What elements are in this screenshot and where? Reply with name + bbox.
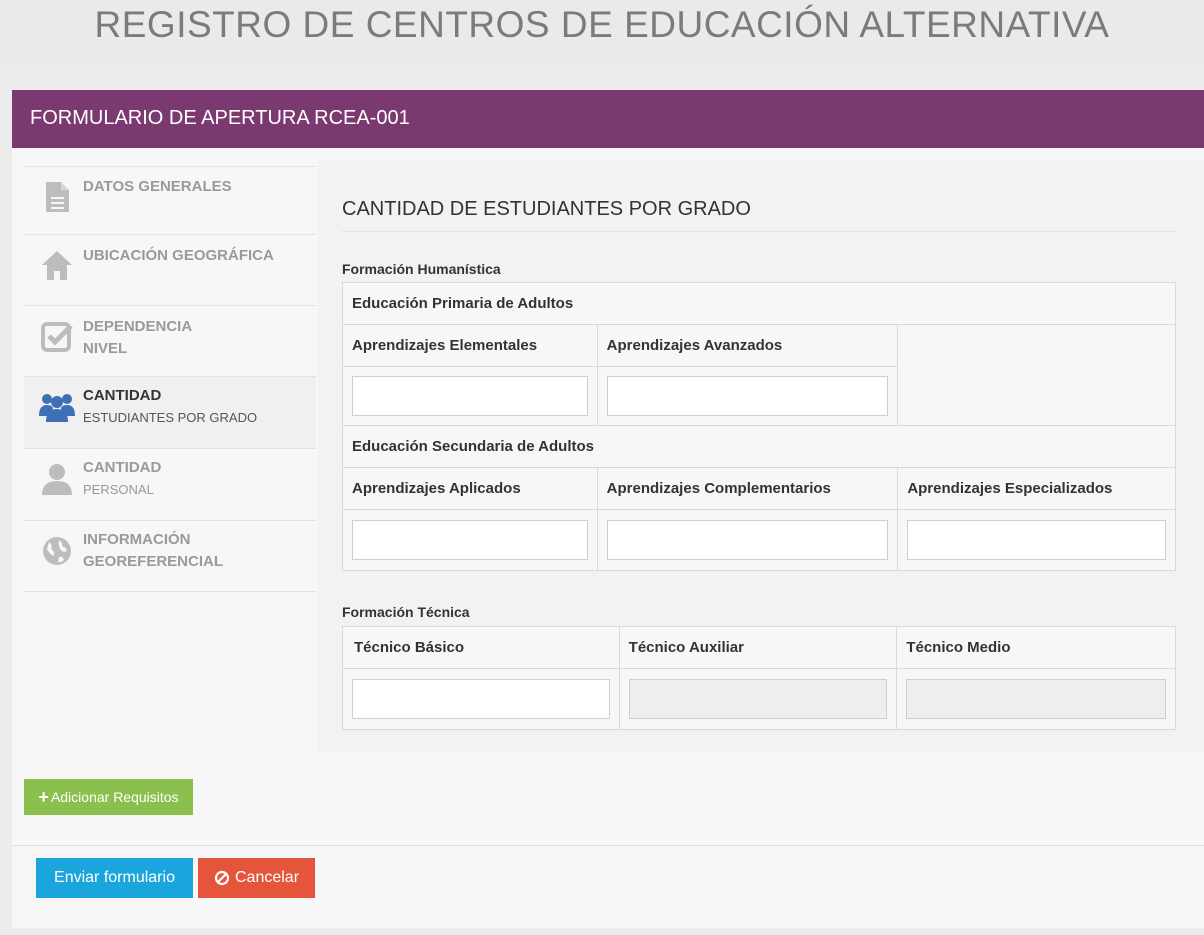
sidebar-item-sublabel: NIVEL: [83, 340, 128, 357]
aplicados-input[interactable]: [352, 520, 588, 560]
globe-icon: [39, 533, 75, 569]
col-header-aplicados: Aprendizajes Aplicados: [342, 467, 598, 510]
col-header-complementarios: Aprendizajes Complementarios: [596, 467, 899, 510]
cancel-label: Cancelar: [234, 869, 300, 886]
panel-heading: FORMULARIO DE APERTURA RCEA-001: [12, 90, 1204, 148]
sidebar-item-cantidad-personal[interactable]: CANTIDAD PERSONAL: [24, 448, 316, 520]
section-title: CANTIDAD DE ESTUDIANTES POR GRADO: [342, 198, 1176, 232]
tecnico-medio-input: [906, 679, 1166, 719]
cancel-button[interactable]: Cancelar: [198, 858, 315, 898]
complementarios-input[interactable]: [606, 520, 889, 560]
sidebar-item-label: DATOS GENERALES: [83, 178, 232, 195]
divider: [12, 845, 1204, 846]
col-header-especializados: Aprendizajes Especializados: [897, 467, 1176, 510]
users-icon: [39, 389, 75, 425]
tecnico-auxiliar-input: [628, 679, 888, 719]
plus-icon: +: [38, 786, 49, 807]
sidebar-nav: DATOS GENERALES UBICACIÓN GEOGRÁFICA DEP…: [24, 166, 319, 593]
add-requirements-button[interactable]: + Adicionar Requisitos: [24, 779, 193, 815]
col-header-avanzados: Aprendizajes Avanzados: [596, 324, 899, 367]
top-banner: REGISTRO DE CENTROS DE EDUCACIÓN ALTERNA…: [0, 0, 1204, 66]
sidebar-item-georeferencial[interactable]: INFORMACIÓN GEOREFERENCIAL: [24, 520, 316, 592]
sidebar-item-label: CANTIDAD: [83, 387, 162, 404]
sidebar-item-cantidad-estudiantes[interactable]: CANTIDAD ESTUDIANTES POR GRADO: [24, 376, 316, 448]
tecnica-label: Formación Técnica: [342, 604, 470, 620]
col-header-tecnico-auxiliar: Técnico Auxiliar: [618, 626, 898, 669]
sidebar-item-label: UBICACIÓN GEOGRÁFICA: [83, 247, 274, 264]
ban-icon: [214, 870, 230, 886]
col-header-elementales: Aprendizajes Elementales: [342, 324, 598, 367]
send-form-label: Enviar formulario: [54, 869, 175, 886]
content-area: CANTIDAD DE ESTUDIANTES POR GRADO Formac…: [318, 160, 1204, 752]
secundaria-title: Educación Secundaria de Adultos: [342, 425, 1176, 468]
document-icon: [39, 179, 75, 215]
checkbox-icon: [39, 318, 75, 354]
col-header-tecnico-medio: Técnico Medio: [896, 626, 1176, 669]
humanistica-label: Formación Humanística: [342, 261, 501, 277]
col-header-tecnico-basico: Técnico Básico: [342, 626, 620, 669]
sidebar-item-sublabel: PERSONAL: [83, 482, 154, 497]
sidebar-item-datos-generales[interactable]: DATOS GENERALES: [24, 166, 316, 234]
sidebar-item-ubicacion[interactable]: UBICACIÓN GEOGRÁFICA: [24, 234, 316, 304]
page-title: REGISTRO DE CENTROS DE EDUCACIÓN ALTERNA…: [94, 4, 1110, 45]
add-requirements-label: Adicionar Requisitos: [50, 789, 179, 805]
empty-cell: [897, 324, 1176, 426]
sidebar-item-dependencia[interactable]: DEPENDENCIA NIVEL: [24, 305, 316, 375]
sidebar-item-label: INFORMACIÓN: [83, 531, 191, 548]
tecnica-table: Técnico Básico Técnico Auxiliar Técnico …: [342, 626, 1176, 730]
sidebar-item-sublabel: GEOREFERENCIAL: [83, 553, 224, 570]
elementales-input[interactable]: [352, 376, 588, 416]
tecnico-basico-input[interactable]: [352, 679, 610, 719]
sidebar-item-label: DEPENDENCIA: [83, 318, 193, 335]
humanistica-table: Educación Primaria de Adultos Aprendizaj…: [342, 282, 1176, 571]
sidebar-item-label: CANTIDAD: [83, 459, 162, 476]
form-panel: FORMULARIO DE APERTURA RCEA-001 DATOS GE…: [12, 90, 1204, 928]
primaria-title: Educación Primaria de Adultos: [342, 282, 1176, 325]
especializados-input[interactable]: [907, 520, 1166, 560]
user-icon: [39, 461, 75, 497]
sidebar-item-sublabel: ESTUDIANTES POR GRADO: [83, 410, 258, 425]
avanzados-input[interactable]: [606, 376, 889, 416]
send-form-button[interactable]: Enviar formulario: [36, 858, 193, 898]
home-icon: [39, 247, 75, 283]
